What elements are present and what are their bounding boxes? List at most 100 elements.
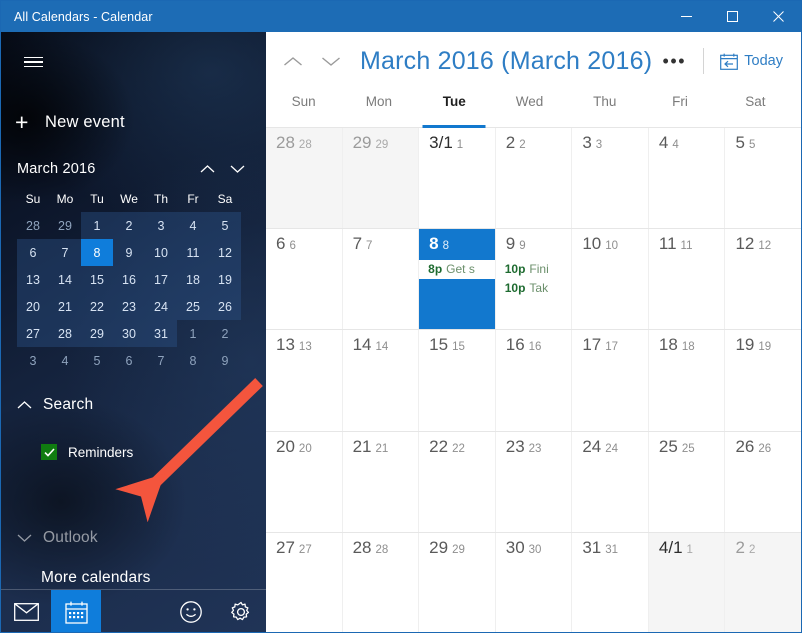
day-cell[interactable]: 20 20: [266, 431, 343, 532]
mini-calendar-day[interactable]: 19: [209, 266, 241, 293]
mini-calendar-day[interactable]: 4: [177, 212, 209, 239]
day-cell[interactable]: 4/1 1: [648, 532, 726, 632]
mini-calendar-day[interactable]: 29: [49, 212, 81, 239]
day-cell[interactable]: 29 29: [342, 128, 420, 229]
mini-calendar-day[interactable]: 27: [17, 320, 49, 347]
mini-calendar-day[interactable]: 17: [145, 266, 177, 293]
mini-calendar-day[interactable]: 1: [177, 320, 209, 347]
day-cell[interactable]: 22: [496, 128, 573, 229]
day-cell[interactable]: 18 18: [649, 330, 726, 431]
mini-calendar-day[interactable]: 9: [113, 239, 145, 266]
mini-calendar-day[interactable]: 14: [49, 266, 81, 293]
mini-calendar-day[interactable]: 3: [145, 212, 177, 239]
day-cell[interactable]: 77: [343, 229, 420, 330]
day-cell[interactable]: 22 22: [419, 431, 496, 532]
mini-calendar-day[interactable]: 11: [177, 239, 209, 266]
day-cell[interactable]: 29 29: [419, 532, 496, 632]
settings-button[interactable]: [216, 590, 266, 632]
maximize-button[interactable]: [709, 1, 755, 32]
mini-calendar-day[interactable]: 29: [81, 320, 113, 347]
day-cell[interactable]: 27 27: [266, 532, 343, 632]
weekday-header-thu[interactable]: Thu: [567, 90, 642, 127]
day-cell[interactable]: 22: [725, 532, 801, 632]
day-cell[interactable]: 17 17: [572, 330, 649, 431]
calendar-item-reminders[interactable]: Reminders: [1, 436, 266, 468]
mini-calendar-day[interactable]: 7: [49, 239, 81, 266]
mini-calendar-day[interactable]: 10: [145, 239, 177, 266]
day-cell[interactable]: 8 8 8p Get s: [419, 229, 496, 330]
mini-calendar-day[interactable]: 15: [81, 266, 113, 293]
mini-calendar-day[interactable]: 21: [49, 293, 81, 320]
mail-app-button[interactable]: [1, 590, 51, 632]
mini-calendar-day[interactable]: 22: [81, 293, 113, 320]
sidebar-section-search[interactable]: Search: [1, 388, 266, 422]
mini-calendar-day[interactable]: 24: [145, 293, 177, 320]
day-cell[interactable]: 15 15: [419, 330, 496, 431]
mini-calendar-day[interactable]: 2: [209, 320, 241, 347]
reminders-checkbox[interactable]: [41, 444, 57, 460]
mini-calendar-day[interactable]: 28: [49, 320, 81, 347]
mini-calendar-day[interactable]: 4: [49, 347, 81, 374]
day-cell[interactable]: 23 23: [496, 431, 573, 532]
new-event-button[interactable]: + New event: [1, 100, 266, 144]
sidebar-section-outlook[interactable]: Outlook: [1, 528, 98, 548]
calendar-event[interactable]: 8p Get s: [419, 260, 495, 280]
mini-calendar-day[interactable]: 8: [177, 347, 209, 374]
weekday-header-wed[interactable]: Wed: [492, 90, 567, 127]
mini-calendar-day[interactable]: 16: [113, 266, 145, 293]
mini-calendar-day[interactable]: 25: [177, 293, 209, 320]
mini-calendar-day[interactable]: 30: [113, 320, 145, 347]
mini-calendar-day[interactable]: 3: [17, 347, 49, 374]
day-cell[interactable]: 21 21: [343, 431, 420, 532]
day-cell[interactable]: 10 10: [572, 229, 649, 330]
previous-month-button[interactable]: [274, 42, 312, 80]
day-cell[interactable]: 31 31: [572, 532, 649, 632]
mini-calendar-day[interactable]: 5: [209, 212, 241, 239]
more-calendars-link[interactable]: More calendars: [1, 569, 151, 587]
day-cell[interactable]: 16 16: [496, 330, 573, 431]
mini-calendar-day[interactable]: 13: [17, 266, 49, 293]
day-cell[interactable]: 33: [572, 128, 649, 229]
day-cell[interactable]: 28 28: [266, 128, 343, 229]
day-cell[interactable]: 55: [725, 128, 801, 228]
day-cell[interactable]: 9 9 10p Fini 10p Tak: [496, 229, 573, 330]
weekday-header-tue[interactable]: Tue: [417, 90, 492, 127]
weekday-header-sun[interactable]: Sun: [266, 90, 341, 127]
minimize-button[interactable]: [663, 1, 709, 32]
overflow-menu-button[interactable]: •••: [655, 44, 693, 78]
mini-calendar-day[interactable]: 7: [145, 347, 177, 374]
day-cell[interactable]: 3/1 1: [419, 128, 496, 229]
mini-calendar-day[interactable]: 5: [81, 347, 113, 374]
weekday-header-sat[interactable]: Sat: [718, 90, 793, 127]
mini-calendar-day[interactable]: 18: [177, 266, 209, 293]
mini-calendar-day[interactable]: 26: [209, 293, 241, 320]
day-cell[interactable]: 11 11: [649, 229, 726, 330]
calendar-app-button[interactable]: [51, 590, 101, 632]
mini-calendar-day[interactable]: 31: [145, 320, 177, 347]
mini-calendar-day[interactable]: 1: [81, 212, 113, 239]
calendar-event[interactable]: 10p Tak: [496, 279, 572, 298]
mini-calendar-day[interactable]: 20: [17, 293, 49, 320]
mini-calendar-next-button[interactable]: [222, 156, 252, 182]
mini-calendar-day[interactable]: 6: [17, 239, 49, 266]
day-cell[interactable]: 25 25: [649, 431, 726, 532]
day-cell[interactable]: 30 30: [496, 532, 573, 632]
weekday-header-mon[interactable]: Mon: [341, 90, 416, 127]
day-cell[interactable]: 12 12: [725, 229, 801, 329]
feedback-button[interactable]: [166, 590, 216, 632]
day-cell[interactable]: 14 14: [343, 330, 420, 431]
day-cell[interactable]: 66: [266, 229, 343, 330]
mini-calendar-day[interactable]: 12: [209, 239, 241, 266]
close-button[interactable]: [755, 1, 801, 32]
calendar-event[interactable]: 10p Fini: [496, 260, 572, 279]
weekday-header-fri[interactable]: Fri: [642, 90, 717, 127]
next-month-button[interactable]: [312, 42, 350, 80]
day-cell[interactable]: 44: [649, 128, 726, 229]
mini-calendar-day[interactable]: 23: [113, 293, 145, 320]
mini-calendar-day[interactable]: 28: [17, 212, 49, 239]
day-cell[interactable]: 13 13: [266, 330, 343, 431]
day-cell[interactable]: 26 26: [725, 432, 801, 532]
day-cell[interactable]: 19 19: [725, 330, 801, 430]
mini-calendar-day[interactable]: 8: [81, 239, 113, 266]
mini-calendar-day[interactable]: 6: [113, 347, 145, 374]
